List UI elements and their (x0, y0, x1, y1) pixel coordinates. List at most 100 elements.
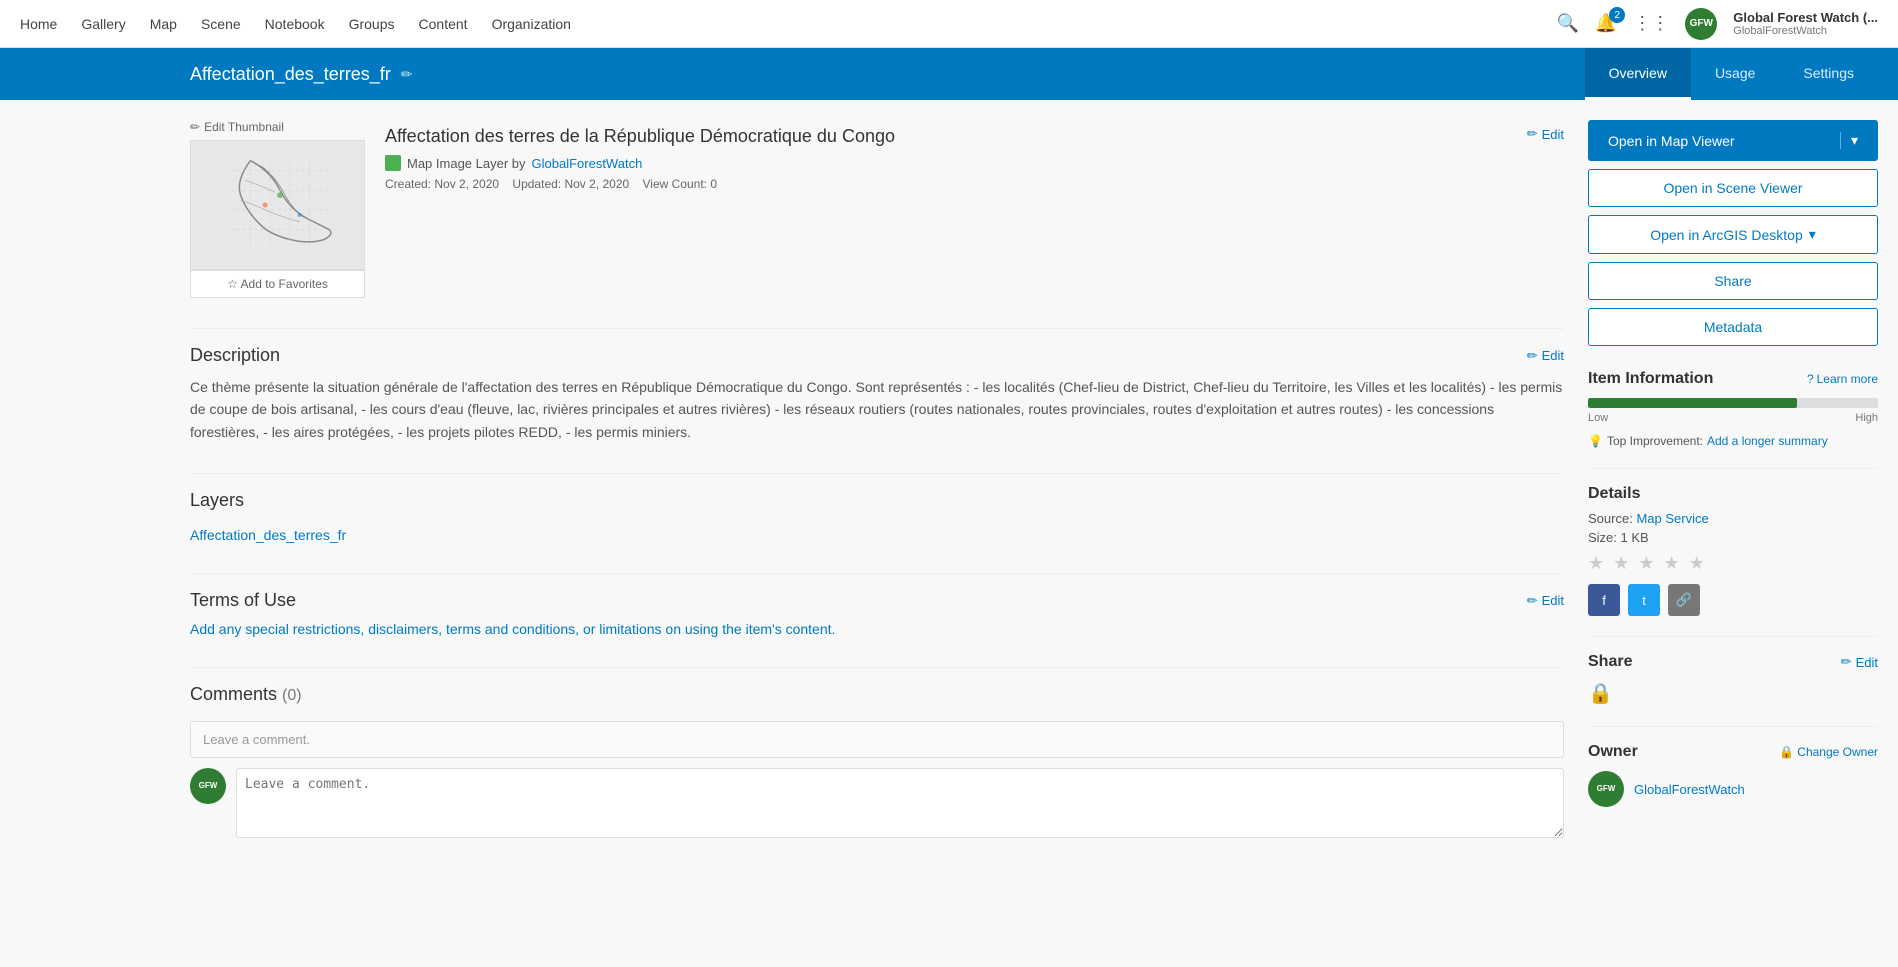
apps-grid-icon[interactable]: ⋮⋮ (1633, 13, 1669, 34)
owner-avatar: GFW (1588, 771, 1624, 807)
updated-date: Updated: Nov 2, 2020 (512, 177, 629, 191)
source-row: Source: Map Service (1588, 511, 1878, 526)
item-title-block: Affectation des terres de la République … (385, 126, 895, 191)
nav-home[interactable]: Home (20, 16, 57, 32)
page-title: Affectation_des_terres_fr (190, 64, 391, 85)
layer-link[interactable]: Affectation_des_terres_fr (190, 527, 346, 543)
details-title: Details (1588, 485, 1878, 503)
source-link[interactable]: Map Service (1636, 511, 1708, 526)
change-owner-link[interactable]: 🔒 Change Owner (1779, 745, 1878, 759)
title-bar-tabs: Overview Usage Settings (1585, 48, 1878, 100)
comments-title: Comments (0) (190, 684, 1564, 705)
layer-type-icon (385, 155, 401, 171)
pencil-icon-terms: ✏ (1527, 593, 1538, 609)
terms-edit-button[interactable]: ✏ Edit (1527, 593, 1564, 609)
learn-more-link[interactable]: ? Learn more (1807, 372, 1878, 386)
thumbnail-container: ✏ Edit Thumbnail (190, 120, 365, 298)
item-info-title: Item Information (1588, 370, 1713, 388)
divider-layers (190, 473, 1564, 474)
search-icon[interactable]: 🔍 (1556, 13, 1578, 34)
nav-map[interactable]: Map (150, 16, 177, 32)
content-area: ✏ Edit Thumbnail (190, 120, 1564, 868)
title-edit-icon[interactable]: ✏ (401, 66, 413, 83)
open-arcgis-desktop-button[interactable]: Open in ArcGIS Desktop ▾ (1588, 215, 1878, 254)
open-scene-viewer-button[interactable]: Open in Scene Viewer (1588, 169, 1878, 207)
item-header: ✏ Edit Thumbnail (190, 120, 1564, 298)
details-section: Details Source: Map Service Size: 1 KB ★… (1588, 468, 1878, 616)
owner-section: Owner 🔒 Change Owner GFW GlobalForestWat… (1588, 726, 1878, 807)
star-2[interactable]: ★ (1613, 553, 1631, 573)
thumbnail-image (190, 140, 365, 270)
add-to-favorites-button[interactable]: ☆ Add to Favorites (190, 270, 365, 298)
sidebar: Open in Map Viewer ▾ Open in Scene Viewe… (1588, 120, 1878, 868)
pencil-share-icon: ✏ (1841, 654, 1852, 670)
layers-section: Layers Affectation_des_terres_fr (190, 473, 1564, 543)
metadata-button[interactable]: Metadata (1588, 308, 1878, 346)
user-handle: GlobalForestWatch (1733, 25, 1878, 37)
description-header: Description ✏ Edit (190, 345, 1564, 366)
comment-user-avatar: GFW (190, 768, 226, 804)
layers-title: Layers (190, 490, 1564, 511)
nav-links: Home Gallery Map Scene Notebook Groups C… (20, 16, 1556, 32)
nav-scene[interactable]: Scene (201, 16, 241, 32)
star-1[interactable]: ★ (1588, 553, 1606, 573)
question-icon: ? (1807, 372, 1814, 386)
title-bar: Affectation_des_terres_fr ✏ Overview Usa… (0, 48, 1898, 100)
user-display-name: Global Forest Watch (... (1733, 10, 1878, 25)
lock-change-icon: 🔒 (1779, 745, 1794, 759)
link-share-button[interactable]: 🔗 (1668, 584, 1700, 616)
nav-groups[interactable]: Groups (349, 16, 395, 32)
progress-low-label: Low (1588, 412, 1608, 424)
terms-link[interactable]: Add any special restrictions, disclaimer… (190, 621, 835, 637)
nav-gallery[interactable]: Gallery (81, 16, 125, 32)
share-section: Share ✏ Edit 🔒 (1588, 636, 1878, 706)
tab-usage[interactable]: Usage (1691, 48, 1779, 100)
comment-textarea[interactable] (236, 768, 1564, 838)
item-edit-button[interactable]: ✏ Edit (1527, 126, 1564, 142)
comments-count: (0) (282, 687, 302, 704)
lightbulb-icon: 💡 (1588, 434, 1603, 448)
open-map-viewer-button[interactable]: Open in Map Viewer ▾ (1588, 120, 1878, 161)
divider-details (1588, 468, 1878, 469)
description-body: Ce thème présente la situation générale … (190, 376, 1564, 443)
terms-header: Terms of Use ✏ Edit (190, 590, 1564, 611)
item-info-header: Item Information ? Learn more (1588, 370, 1878, 388)
twitter-share-button[interactable]: t (1628, 584, 1660, 616)
nav-notebook[interactable]: Notebook (265, 16, 325, 32)
star-5[interactable]: ★ (1689, 553, 1707, 573)
size-row: Size: 1 KB (1588, 530, 1878, 545)
share-header: Share ✏ Edit (1588, 653, 1878, 671)
owner-name[interactable]: GlobalForestWatch (1634, 782, 1745, 797)
thumbnail-edit-link[interactable]: ✏ Edit Thumbnail (190, 120, 365, 134)
tab-settings[interactable]: Settings (1779, 48, 1878, 100)
notification-bell[interactable]: 🔔 2 (1595, 13, 1617, 34)
share-edit-button[interactable]: ✏ Edit (1841, 654, 1878, 670)
divider-terms (190, 573, 1564, 574)
tab-overview[interactable]: Overview (1585, 48, 1691, 100)
view-count: View Count: 0 (643, 177, 718, 191)
star-3[interactable]: ★ (1638, 553, 1656, 573)
dropdown-arrow-desktop-icon: ▾ (1809, 226, 1816, 243)
description-title: Description (190, 345, 280, 366)
avatar[interactable]: GFW (1685, 8, 1717, 40)
owner-title: Owner (1588, 743, 1638, 761)
comment-placeholder[interactable]: Leave a comment. (190, 721, 1564, 758)
progress-labels: Low High (1588, 412, 1878, 424)
item-type-label: Map Image Layer by (407, 156, 526, 171)
description-edit-button[interactable]: ✏ Edit (1527, 348, 1564, 364)
description-section: Description ✏ Edit Ce thème présente la … (190, 328, 1564, 443)
nav-organization[interactable]: Organization (492, 16, 571, 32)
pencil-icon: ✏ (190, 120, 200, 134)
progress-high-label: High (1855, 412, 1878, 424)
star-4[interactable]: ★ (1663, 553, 1681, 573)
star-icon: ☆ (227, 277, 238, 291)
divider (190, 328, 1564, 329)
author-link[interactable]: GlobalForestWatch (532, 156, 643, 171)
pencil-icon-desc: ✏ (1527, 348, 1538, 364)
share-button[interactable]: Share (1588, 262, 1878, 300)
owner-header: Owner 🔒 Change Owner (1588, 743, 1878, 761)
add-summary-link[interactable]: Add a longer summary (1707, 434, 1828, 448)
facebook-share-button[interactable]: f (1588, 584, 1620, 616)
nav-content[interactable]: Content (419, 16, 468, 32)
item-meta-top: Affectation des terres de la République … (385, 126, 1564, 191)
